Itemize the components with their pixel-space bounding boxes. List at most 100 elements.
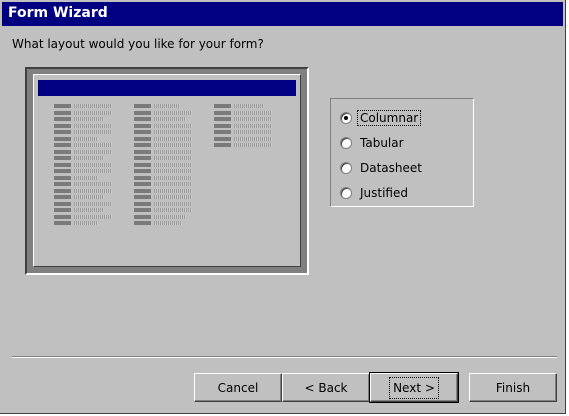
form-wizard-window: Form Wizard What layout would you like f…: [0, 0, 566, 414]
preview-field-value: [74, 208, 104, 212]
option-datasheet[interactable]: Datasheet: [340, 158, 424, 178]
option-tabular[interactable]: Tabular: [340, 133, 406, 153]
preview-field-value: [74, 214, 112, 219]
back-button-label: < Back: [304, 380, 348, 395]
preview-field-label: [54, 188, 71, 193]
preview-field-label: [134, 208, 151, 212]
preview-field-label: [54, 208, 71, 212]
next-button-label: Next >: [389, 376, 439, 399]
preview-field-value: [74, 162, 112, 167]
preview-field-value: [74, 143, 112, 147]
preview-field-label: [54, 130, 71, 134]
next-button[interactable]: Next >: [369, 372, 459, 403]
preview-field-value: [234, 136, 272, 141]
preview-field-label: [54, 195, 71, 199]
finish-button[interactable]: Finish: [469, 373, 557, 402]
preview-field-value: [154, 104, 180, 108]
preview-field-value: [74, 130, 112, 134]
option-columnar[interactable]: Columnar: [340, 108, 422, 128]
preview-field-label: [54, 169, 71, 173]
preview-field-value: [74, 110, 112, 115]
preview-field-label: [134, 149, 151, 154]
preview-field-value: [154, 143, 192, 147]
preview-field-label: [214, 117, 231, 121]
cancel-button[interactable]: Cancel: [194, 373, 282, 402]
title-bar[interactable]: Form Wizard: [2, 2, 563, 26]
preview-field-value: [74, 149, 112, 154]
preview-field-value: [154, 110, 192, 115]
radio-checked-icon[interactable]: [340, 112, 352, 124]
preview-field-value: [234, 104, 264, 108]
preview-field-value: [154, 175, 192, 180]
layout-prompt: What layout would you like for your form…: [12, 37, 264, 51]
preview-field-label: [54, 136, 71, 141]
preview-field-label: [134, 110, 151, 115]
preview-field-value: [154, 123, 192, 128]
preview-field-value: [154, 208, 192, 212]
preview-field-value: [154, 162, 192, 167]
preview-field-value: [154, 149, 192, 154]
preview-field-value: [154, 136, 192, 141]
preview-field-label: [134, 169, 151, 173]
preview-field-value: [154, 214, 186, 219]
preview-field-label: [54, 143, 71, 147]
option-label-tabular: Tabular: [360, 136, 404, 150]
window-title: Form Wizard: [8, 5, 108, 21]
preview-field-value: [74, 104, 112, 108]
preview-field-label: [134, 162, 151, 167]
preview-field-value: [74, 182, 112, 186]
preview-field-label: [54, 214, 71, 219]
option-label-justified: Justified: [360, 186, 408, 200]
preview-field-label: [214, 110, 231, 115]
preview-field-label: [134, 123, 151, 128]
preview-field-value: [234, 130, 272, 134]
preview-field-label: [214, 143, 231, 147]
preview-field-value: [234, 123, 272, 128]
preview-field-value: [154, 117, 186, 121]
preview-field-value: [234, 143, 272, 147]
radio-unchecked-icon[interactable]: [340, 162, 352, 174]
preview-field-label: [54, 123, 71, 128]
preview-field-label: [54, 117, 71, 121]
preview-field-value: [154, 156, 192, 160]
preview-field-label: [214, 104, 231, 108]
preview-field-label: [54, 182, 71, 186]
preview-field-label: [54, 162, 71, 167]
preview-field-value: [154, 221, 182, 225]
preview-field-label: [214, 123, 231, 128]
preview-field-value: [74, 136, 98, 141]
preview-field-value: [234, 117, 272, 121]
preview-field-value: [234, 110, 272, 115]
preview-form: [33, 74, 301, 267]
option-justified[interactable]: Justified: [340, 183, 410, 203]
cancel-button-label: Cancel: [217, 380, 259, 395]
preview-field-label: [134, 175, 151, 180]
preview-field-value: [154, 130, 192, 134]
radio-unchecked-icon[interactable]: [340, 137, 352, 149]
preview-field-value: [74, 221, 98, 225]
option-label-columnar: Columnar: [356, 110, 422, 126]
preview-field-label: [134, 143, 151, 147]
layout-preview: [25, 67, 309, 275]
preview-header-bar: [38, 80, 296, 96]
preview-field-value: [74, 201, 112, 206]
preview-field-value: [74, 117, 104, 121]
preview-field-label: [134, 104, 151, 108]
preview-field-label: [54, 110, 71, 115]
preview-field-value: [74, 156, 104, 160]
finish-button-label: Finish: [495, 380, 531, 395]
preview-field-value: [154, 201, 192, 206]
back-button[interactable]: < Back: [282, 373, 370, 402]
preview-field-value: [74, 195, 104, 199]
preview-field-value: [154, 195, 192, 199]
layout-options-group: Columnar Tabular Datasheet Justified: [330, 98, 474, 207]
preview-field-label: [134, 201, 151, 206]
preview-field-label: [134, 117, 151, 121]
preview-field-value: [74, 188, 112, 193]
button-separator: [12, 356, 557, 358]
preview-field-value: [74, 169, 112, 173]
option-label-datasheet: Datasheet: [360, 161, 422, 175]
preview-field-label: [54, 104, 71, 108]
radio-unchecked-icon[interactable]: [340, 187, 352, 199]
preview-field-label: [134, 188, 151, 193]
